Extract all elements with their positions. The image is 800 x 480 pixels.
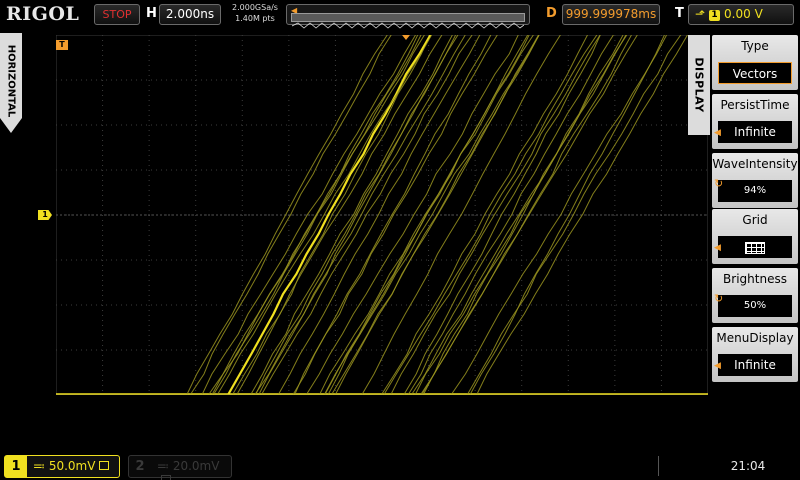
top-status-bar: RIGOL STOP H 2.000ns 2.000GSa/s 1.40M pt…: [0, 0, 800, 30]
channel1-scale: ≕ 50.0mV: [33, 459, 110, 473]
left-arrow-icon: ◀: [714, 361, 721, 371]
menu-grid[interactable]: Grid ◀: [712, 209, 798, 264]
bandwidth-icon: [161, 475, 171, 480]
menu-type[interactable]: Type Vectors: [712, 35, 798, 90]
status-divider: [658, 456, 659, 476]
waveform-display[interactable]: [56, 35, 708, 395]
bandwidth-icon: [99, 461, 110, 470]
channel2-number: 2: [135, 459, 145, 474]
channel2-scale: ≕ 20.0mV: [157, 459, 231, 480]
menu-persist-title: PersistTime: [720, 98, 790, 112]
trigger-position-icon: [402, 35, 410, 40]
left-arrow-icon: ◀: [714, 243, 721, 253]
menu-grid-title: Grid: [742, 213, 768, 227]
dc-coupling-icon: ≕: [157, 459, 173, 473]
delay-label: D: [546, 6, 557, 21]
channel1-status[interactable]: 1 ≕ 50.0mV: [4, 455, 120, 478]
brand-logo: RIGOL: [6, 3, 80, 25]
horizontal-menu-tab[interactable]: HORIZONTAL: [0, 33, 22, 133]
run-stop-status[interactable]: STOP: [94, 4, 140, 25]
menu-intensity-value: 94%: [718, 180, 792, 202]
horizontal-tab-label: HORIZONTAL: [5, 44, 17, 118]
trigger-level: 0.00 V: [724, 7, 763, 21]
oscilloscope-screen: RIGOL STOP H 2.000ns 2.000GSa/s 1.40M pt…: [0, 0, 800, 480]
menu-persist-time[interactable]: PersistTime Infinite ◀: [712, 94, 798, 149]
memory-overview-bar[interactable]: ◀: [286, 4, 530, 29]
waveform-trace-persisted: [211, 35, 419, 395]
menu-menu-display[interactable]: MenuDisplay Infinite ◀: [712, 327, 798, 382]
grid-full-icon: [745, 241, 765, 254]
waveform-trace-persisted: [408, 35, 614, 395]
trigger-label: T: [675, 6, 684, 21]
menu-grid-value: [718, 236, 792, 258]
left-arrow-icon: ◀: [714, 128, 721, 138]
knob-icon: ↻: [714, 292, 724, 305]
menu-type-title: Type: [741, 39, 769, 53]
menu-brightness[interactable]: Brightness 50% ↻: [712, 268, 798, 323]
menu-persist-value: Infinite: [718, 121, 792, 143]
trigger-source-badge: 1: [709, 10, 721, 21]
rising-edge-icon: ⬏: [695, 7, 706, 21]
channel1-offset-marker[interactable]: 1: [38, 210, 52, 220]
trigger-time-marker[interactable]: T: [56, 40, 68, 50]
menu-brightness-title: Brightness: [723, 272, 787, 286]
sample-rate: 2.000GSa/s: [232, 3, 278, 12]
horizontal-delay[interactable]: 999.999978ms: [562, 4, 660, 25]
menu-intensity-title: WaveIntensity: [712, 157, 798, 171]
clock: 21:04: [730, 459, 766, 473]
display-menu-tab[interactable]: DISPLAY: [688, 35, 710, 135]
menu-type-value: Vectors: [718, 62, 792, 84]
channel2-status[interactable]: 2 ≕ 20.0mV: [128, 455, 232, 480]
knob-icon: ↻: [714, 177, 724, 190]
waveform-canvas: [56, 35, 708, 395]
menu-brightness-value: 50%: [718, 295, 792, 317]
dc-coupling-icon: ≕: [33, 459, 49, 473]
menu-wave-intensity[interactable]: WaveIntensity 94% ↻: [712, 153, 798, 208]
menu-menudisplay-title: MenuDisplay: [716, 331, 794, 345]
bottom-status-bar: 1 ≕ 50.0mV 2 ≕ 20.0mV 21:04: [0, 452, 800, 480]
timebase-value[interactable]: 2.000ns: [159, 4, 221, 25]
channel1-number: 1: [5, 456, 27, 477]
acquisition-info: 2.000GSa/s 1.40M pts: [224, 2, 286, 24]
menu-menudisplay-value: Infinite: [718, 354, 792, 376]
memory-window: [291, 13, 525, 29]
horizontal-label: H: [146, 6, 157, 21]
memory-depth: 1.40M pts: [235, 14, 275, 23]
memory-wave-icon: [291, 22, 525, 29]
trigger-settings[interactable]: ⬏ 1 0.00 V: [688, 4, 794, 25]
display-tab-label: DISPLAY: [692, 57, 706, 113]
display-menu: Type Vectors PersistTime Infinite ◀ Wave…: [712, 35, 798, 452]
